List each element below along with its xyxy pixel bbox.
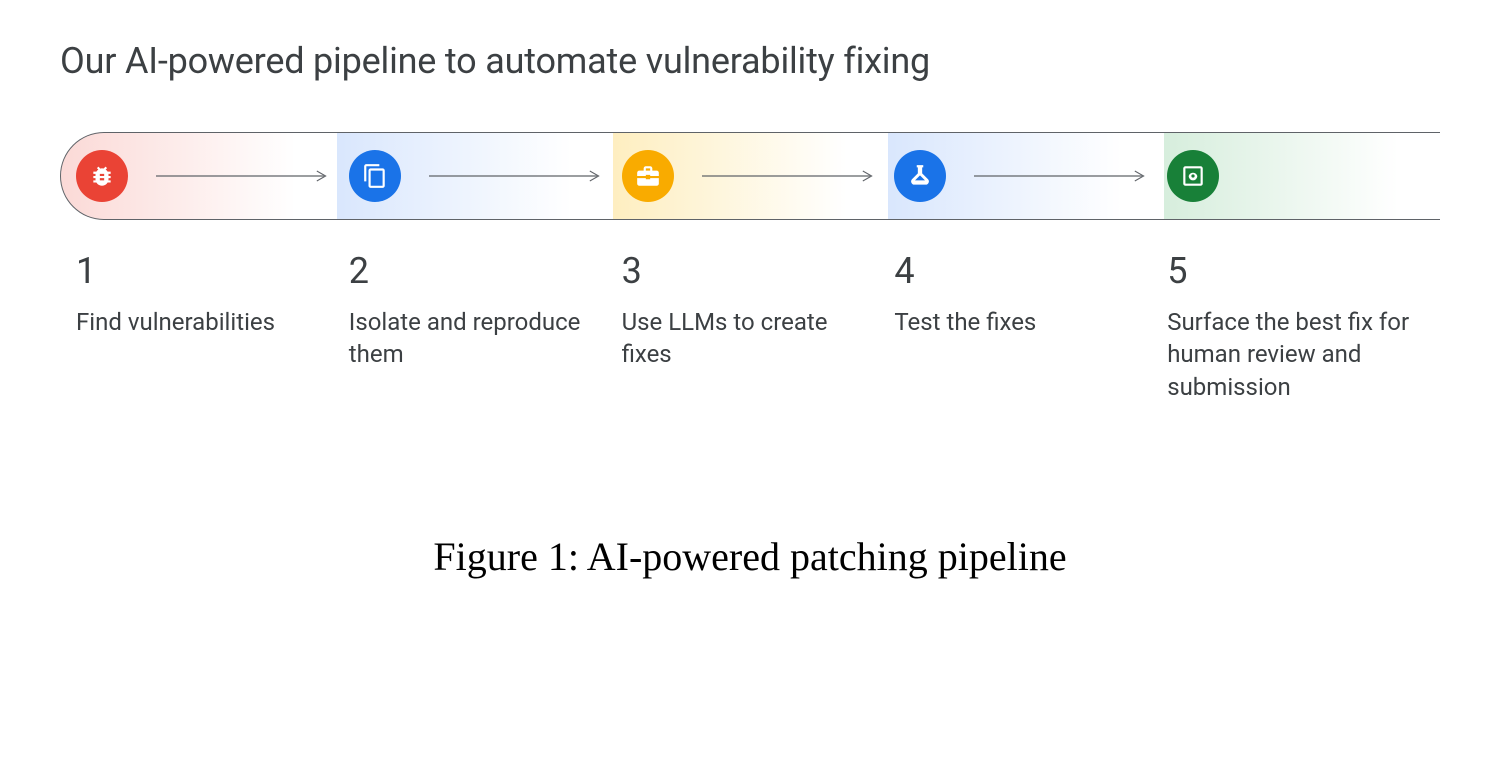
- bug-icon: [76, 150, 128, 202]
- arrow-trailing-space: [1219, 166, 1440, 186]
- figure-caption: Figure 1: AI-powered patching pipeline: [60, 533, 1440, 580]
- flask-icon: [894, 150, 946, 202]
- step-cell-2: [349, 150, 622, 202]
- label-2: 2 Isolate and reproduce them: [349, 250, 622, 403]
- arrow-2: [401, 166, 622, 186]
- step-desc-3: Use LLMs to create fixes: [622, 306, 865, 371]
- copy-icon: [349, 150, 401, 202]
- step-cell-4: [894, 150, 1167, 202]
- step-number-3: 3: [622, 250, 865, 292]
- arrow-4: [946, 166, 1167, 186]
- figure-container: Our AI-powered pipeline to automate vuln…: [0, 0, 1500, 580]
- arrow-3: [674, 166, 895, 186]
- toolbox-icon: [622, 150, 674, 202]
- step-desc-5: Surface the best fix for human review an…: [1167, 306, 1410, 403]
- labels-row: 1 Find vulnerabilities 2 Isolate and rep…: [60, 250, 1440, 403]
- step-cell-5: [1167, 150, 1440, 202]
- icons-row: [60, 132, 1440, 220]
- step-desc-2: Isolate and reproduce them: [349, 306, 592, 371]
- label-1: 1 Find vulnerabilities: [60, 250, 349, 403]
- step-cell-1: [60, 150, 349, 202]
- step-number-4: 4: [894, 250, 1137, 292]
- step-desc-4: Test the fixes: [894, 306, 1137, 338]
- step-cell-3: [622, 150, 895, 202]
- pipeline-track: [60, 132, 1440, 220]
- step-desc-1: Find vulnerabilities: [76, 306, 319, 338]
- label-5: 5 Surface the best fix for human review …: [1167, 250, 1440, 403]
- diagram-title: Our AI-powered pipeline to automate vuln…: [60, 40, 1440, 82]
- preview-icon: [1167, 150, 1219, 202]
- step-number-5: 5: [1167, 250, 1410, 292]
- step-number-1: 1: [76, 250, 319, 292]
- arrow-1: [128, 166, 349, 186]
- label-4: 4 Test the fixes: [894, 250, 1167, 403]
- step-number-2: 2: [349, 250, 592, 292]
- label-3: 3 Use LLMs to create fixes: [622, 250, 895, 403]
